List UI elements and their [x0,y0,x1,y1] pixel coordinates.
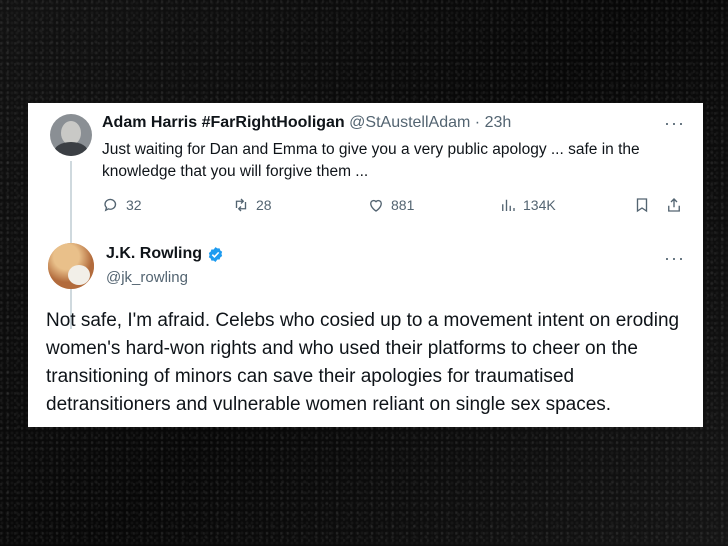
main-author-handle[interactable]: @jk_rowling [106,269,188,286]
repost-count: 28 [256,197,272,213]
reply-author-handle[interactable]: @StAustellAdam [349,114,470,131]
like-count: 881 [391,197,415,213]
views-button[interactable]: 134K [499,196,556,214]
share-icon [668,198,680,212]
reply-author-name[interactable]: Adam Harris #FarRightHooligan [102,114,345,131]
like-button[interactable]: 881 [367,196,414,214]
repost-button[interactable]: 28 [232,196,272,214]
reply-count: 32 [126,197,142,213]
reply-button[interactable]: 32 [102,196,142,214]
share-button[interactable] [665,196,683,214]
reply-header: Adam Harris #FarRightHooligan @StAustell… [102,114,511,132]
main-tweet-text: Not safe, I'm afraid. Celebs who cosied … [46,310,680,415]
comment-icon [104,198,117,212]
reply-more-icon[interactable]: ··· [664,113,685,134]
reply-text: Just waiting for Dan and Emma to give yo… [102,141,640,180]
reply-timestamp[interactable]: 23h [485,114,512,131]
bookmark-button[interactable] [633,196,651,214]
views-count: 134K [523,197,556,213]
tweet-thread-card: Adam Harris #FarRightHooligan @StAustell… [28,103,703,427]
bookmark-icon [636,198,648,213]
avatar-adam-harris[interactable] [50,114,92,156]
repost-icon [235,198,247,212]
main-more-icon[interactable]: ··· [664,248,685,269]
main-author-name[interactable]: J.K. Rowling [106,245,202,263]
avatar-jk-rowling[interactable] [48,243,94,289]
reply-separator: · [474,114,481,131]
heart-icon [370,199,382,212]
verified-badge-icon [208,246,223,262]
main-author-row: J.K. Rowling [106,245,224,263]
views-chart-icon [502,199,515,211]
reply-action-bar: 32 28 881 134K [102,196,692,218]
